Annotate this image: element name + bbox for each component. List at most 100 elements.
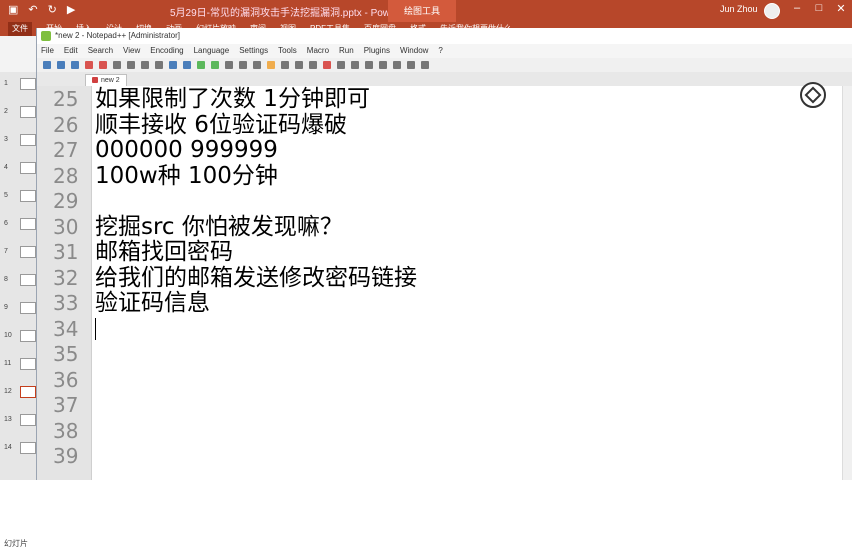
line-text[interactable]: 如果限制了次数 1分钟即可 (95, 86, 370, 112)
slide-thumbnail[interactable] (20, 134, 36, 146)
start-from-beginning-icon[interactable]: ▶ (67, 3, 75, 16)
slide-number: 14 (4, 444, 12, 451)
line-text[interactable]: 100w种 100分钟 (95, 163, 278, 189)
toolbar-button-icon[interactable] (309, 61, 317, 69)
slide-thumbnail[interactable] (20, 106, 36, 118)
line-text[interactable]: 邮箱找回密码 (95, 239, 233, 265)
editor-line[interactable]: 38 (37, 418, 852, 444)
npp-menu-settings[interactable]: Settings (239, 44, 268, 58)
line-text[interactable]: 顺丰接收 6位验证码爆破 (95, 112, 347, 138)
editor-line[interactable]: 37 (37, 392, 852, 418)
slide-thumbnail[interactable] (20, 78, 36, 90)
toolbar-button-icon[interactable] (323, 61, 331, 69)
avatar[interactable] (764, 3, 780, 19)
toolbar-button-icon[interactable] (239, 61, 247, 69)
npp-menu-run[interactable]: Run (339, 44, 354, 58)
editor-line[interactable]: 39 (37, 443, 852, 469)
toolbar-button-icon[interactable] (169, 61, 177, 69)
toolbar-button-icon[interactable] (141, 61, 149, 69)
editor[interactable]: 25 如果限制了次数 1分钟即可 26 顺丰接收 6位验证码爆破 27 000000 99… (37, 86, 852, 480)
editor-line[interactable]: 31 邮箱找回密码 (37, 239, 852, 265)
slide-thumbnail[interactable] (20, 442, 36, 454)
npp-menu-edit[interactable]: Edit (64, 44, 78, 58)
npp-menu-view[interactable]: View (123, 44, 140, 58)
toolbar-button-icon[interactable] (421, 61, 429, 69)
npp-menu-encoding[interactable]: Encoding (150, 44, 183, 58)
npp-menu-[interactable]: ? (438, 44, 442, 58)
slide-thumbnail[interactable] (20, 414, 36, 426)
vertical-scrollbar[interactable] (842, 86, 852, 480)
redo-icon[interactable]: ↻ (48, 3, 57, 16)
window-controls: – □ ✕ (790, 2, 848, 15)
editor-line[interactable]: 35 (37, 341, 852, 367)
toolbar-button-icon[interactable] (225, 61, 233, 69)
editor-line[interactable]: 36 (37, 367, 852, 393)
toolbar-button-icon[interactable] (379, 61, 387, 69)
line-number: 30 (53, 214, 79, 239)
toolbar-button-icon[interactable] (253, 61, 261, 69)
toolbar-button-icon[interactable] (351, 61, 359, 69)
ribbon-tab-0[interactable]: 文件 (8, 22, 32, 36)
slide-thumbnail[interactable] (20, 246, 36, 258)
editor-line[interactable]: 33 验证码信息 (37, 290, 852, 316)
toolbar-button-icon[interactable] (113, 61, 121, 69)
toolbar-button-icon[interactable] (267, 61, 275, 69)
editor-line[interactable]: 30 挖掘src 你怕被发现嘛？ (37, 214, 852, 240)
toolbar-button-icon[interactable] (99, 61, 107, 69)
quick-access-toolbar: ▣ ↶ ↻ ▶ (8, 3, 75, 16)
toolbar-button-icon[interactable] (337, 61, 345, 69)
editor-line[interactable]: 27 000000 999999 (37, 137, 852, 163)
toolbar-button-icon[interactable] (155, 61, 163, 69)
line-text[interactable]: 挖掘src 你怕被发现嘛？ (95, 214, 343, 240)
npp-menu-window[interactable]: Window (400, 44, 428, 58)
toolbar-button-icon[interactable] (365, 61, 373, 69)
editor-line[interactable]: 28 100w种 100分钟 (37, 163, 852, 189)
toolbar-button-icon[interactable] (127, 61, 135, 69)
npp-menu-language[interactable]: Language (194, 44, 230, 58)
editor-line[interactable]: 26 顺丰接收 6位验证码爆破 (37, 112, 852, 138)
toolbar-button-icon[interactable] (295, 61, 303, 69)
editor-line[interactable]: 34 (37, 316, 852, 342)
npp-menu-macro[interactable]: Macro (307, 44, 329, 58)
npp-menu-file[interactable]: File (41, 44, 54, 58)
line-text[interactable]: 000000 999999 (95, 137, 278, 163)
undo-icon[interactable]: ↶ (28, 3, 37, 16)
close-icon[interactable]: ✕ (834, 2, 848, 15)
maximize-icon[interactable]: □ (812, 2, 826, 15)
line-number: 29 (53, 189, 79, 213)
slide-thumbnail[interactable] (20, 358, 36, 370)
user-name[interactable]: Jun Zhou (720, 4, 758, 14)
slide-thumbnail[interactable] (20, 386, 36, 398)
toolbar-button-icon[interactable] (43, 61, 51, 69)
toolbar-button-icon[interactable] (71, 61, 79, 69)
npp-menu-plugins[interactable]: Plugins (364, 44, 390, 58)
slide-thumbnail[interactable] (20, 218, 36, 230)
save-icon[interactable]: ▣ (8, 3, 18, 16)
line-text[interactable]: 验证码信息 (95, 290, 210, 316)
toolbar-button-icon[interactable] (393, 61, 401, 69)
npp-titlebar: *new 2 - Notepad++ [Administrator] (37, 28, 852, 44)
line-number: 33 (53, 291, 79, 315)
slide-thumbnail[interactable] (20, 302, 36, 314)
toolbar-button-icon[interactable] (407, 61, 415, 69)
toolbar-button-icon[interactable] (281, 61, 289, 69)
editor-line[interactable]: 29 (37, 188, 852, 214)
slide-thumbnail-panel[interactable]: 幻灯片 1 2 3 4 5 6 7 8 9 10 11 12 13 14 (0, 72, 37, 548)
toolbar-button-icon[interactable] (183, 61, 191, 69)
slide-thumbnail[interactable] (20, 330, 36, 342)
line-number: 36 (53, 367, 79, 392)
editor-line[interactable]: 32 给我们的邮箱发送修改密码链接 (37, 265, 852, 291)
line-text[interactable]: 给我们的邮箱发送修改密码链接 (95, 265, 417, 291)
editor-line[interactable]: 25 如果限制了次数 1分钟即可 (37, 86, 852, 112)
slide-thumbnail[interactable] (20, 190, 36, 202)
npp-menu-tools[interactable]: Tools (278, 44, 297, 58)
toolbar-button-icon[interactable] (211, 61, 219, 69)
toolbar-button-icon[interactable] (85, 61, 93, 69)
toolbar-button-icon[interactable] (197, 61, 205, 69)
slide-thumbnail[interactable] (20, 162, 36, 174)
toolbar-button-icon[interactable] (57, 61, 65, 69)
npp-menu-search[interactable]: Search (88, 44, 113, 58)
slide-thumbnail[interactable] (20, 274, 36, 286)
drawing-tools-tab[interactable]: 绘图工具 (388, 0, 457, 22)
minimize-icon[interactable]: – (790, 2, 804, 15)
